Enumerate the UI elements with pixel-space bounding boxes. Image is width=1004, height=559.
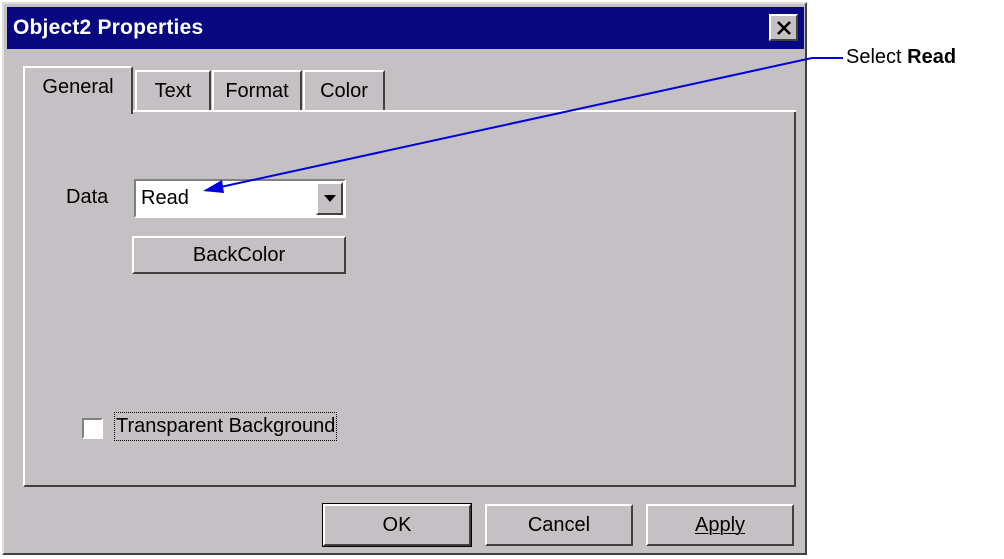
annotation-emphasis: Read <box>907 46 957 68</box>
tab-format[interactable]: Format <box>212 70 302 112</box>
data-label: Data <box>66 186 109 208</box>
properties-dialog: Object2 Properties General Text Format C… <box>2 2 807 555</box>
ok-button-label: OK <box>382 514 412 536</box>
data-select-dropdown-button[interactable] <box>316 182 343 215</box>
annotation-prefix: Select <box>846 46 908 68</box>
close-button[interactable] <box>769 14 798 41</box>
tab-color[interactable]: Color <box>303 70 385 112</box>
cancel-button-label: Cancel <box>527 514 591 536</box>
annotation-callout: Select Read <box>846 46 956 69</box>
tab-color-label: Color <box>320 80 368 102</box>
backcolor-button[interactable]: BackColor <box>132 236 346 274</box>
title-bar[interactable]: Object2 Properties <box>7 7 804 49</box>
data-select-value: Read <box>141 187 189 209</box>
close-icon <box>777 21 791 35</box>
transparent-background-label[interactable]: Transparent Background <box>114 412 338 441</box>
cancel-button[interactable]: Cancel <box>485 504 633 546</box>
tab-general-label: General <box>42 76 114 98</box>
transparent-background-checkbox[interactable] <box>82 418 103 439</box>
apply-button[interactable]: Apply <box>646 504 794 546</box>
tab-general[interactable]: General <box>23 66 133 114</box>
tab-format-label: Format <box>225 80 289 102</box>
backcolor-button-label: BackColor <box>192 244 286 266</box>
tab-panel-top-edge <box>133 110 796 112</box>
tab-text-label: Text <box>154 80 192 102</box>
ok-button[interactable]: OK <box>322 503 472 547</box>
chevron-down-icon <box>324 195 336 202</box>
tab-text[interactable]: Text <box>135 70 211 112</box>
data-select[interactable]: Read <box>134 179 346 218</box>
window-title: Object2 Properties <box>13 16 204 39</box>
apply-button-label: Apply <box>694 514 746 536</box>
